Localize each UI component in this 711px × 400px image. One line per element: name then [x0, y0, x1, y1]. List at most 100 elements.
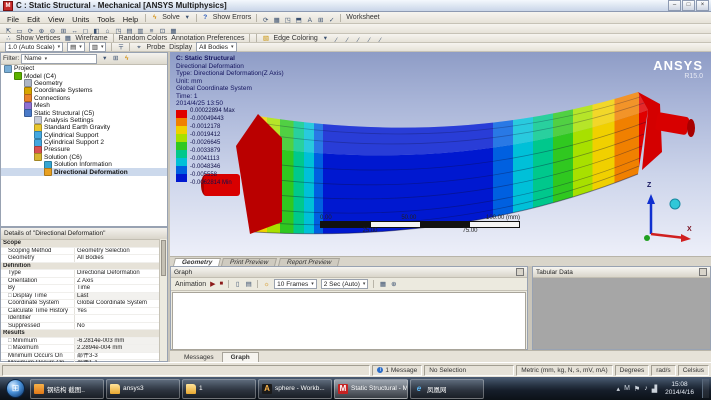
frames-select[interactable]: 10 Frames▾ — [274, 279, 317, 289]
details-row[interactable]: Calculate Time History Yes — [1, 308, 161, 316]
tree-item[interactable]: Pressure — [1, 146, 167, 153]
edge-coloring-button[interactable]: Edge Coloring — [271, 35, 319, 42]
annotation-preferences-button[interactable]: Annotation Preferences — [169, 35, 246, 42]
details-row[interactable]: Scoping Method Geometry Selection — [1, 248, 161, 256]
ime-icon[interactable]: M — [624, 385, 630, 392]
tree-item[interactable]: Cylindrical Support 2 — [1, 139, 167, 146]
taskbar-item[interactable]: 1 — [182, 379, 256, 399]
status-units-temperature: Celsius — [678, 365, 709, 376]
taskbar-item[interactable]: 钢结构 截图.. — [30, 379, 104, 399]
tree-item[interactable]: Directional Deformation — [1, 168, 167, 175]
result-sets-icon[interactable]: ▤ — [244, 280, 253, 289]
contour-display-select[interactable]: ▤▾ — [67, 42, 85, 52]
details-row[interactable]: Orientation Z Axis — [1, 278, 161, 286]
tree-item[interactable]: Solution Information — [1, 161, 167, 168]
legend-band — [176, 118, 187, 126]
bottom-tab[interactable]: Messages — [176, 353, 222, 362]
tabular-panel-title: Tabular Data — [536, 269, 573, 276]
legend-value: -0.0062814 Min — [190, 179, 235, 187]
details-row[interactable]: Results — [1, 330, 161, 338]
probe-button[interactable]: Probe — [144, 44, 167, 51]
play-icon[interactable]: ▶ — [210, 280, 215, 288]
show-desktop-button[interactable] — [702, 379, 709, 398]
details-row[interactable]: Minimum Occurs On 部件3-3 — [1, 353, 161, 361]
hidden-icons-chevron[interactable]: ▴ — [617, 385, 621, 393]
random-colors-button[interactable]: Random Colors — [117, 35, 170, 42]
details-scrollbar[interactable] — [159, 239, 167, 361]
tabular-data-panel: Tabular Data — [532, 266, 711, 350]
minimize-button[interactable]: – — [668, 0, 681, 11]
taskbar-item[interactable]: sphere - Workb... — [258, 379, 332, 399]
show-errors-button[interactable]: Show Errors — [211, 14, 254, 21]
wireframe-button[interactable]: Wireframe — [73, 35, 109, 42]
details-row-value: 部件3-3 — [75, 353, 161, 360]
filter-flash-icon[interactable]: ϟ — [122, 54, 131, 63]
export-video-icon[interactable]: ▦ — [378, 280, 387, 289]
tree-item[interactable]: Static Structural (C5) — [1, 109, 167, 116]
details-row[interactable]: Coordinate System Global Coordinate Syst… — [1, 300, 161, 308]
stop-icon[interactable]: ■ — [220, 281, 224, 287]
graph-panel: Graph Animation ▶ ■ ▯ ▤ ☼ 10 Frames▾ 2 S… — [170, 266, 528, 350]
legend-value: -0.0026645 — [190, 139, 235, 147]
status-selection: No Selection — [424, 365, 514, 376]
details-row[interactable]: Minimum -6.2814e-003 mm — [1, 338, 161, 346]
edge-coloring-dropdown-icon[interactable]: ▾ — [321, 34, 330, 43]
edge-display-select[interactable]: ▥▾ — [89, 42, 107, 52]
filter-flat-icon[interactable]: ⊞ — [111, 54, 120, 63]
details-row[interactable]: Maximum 2.2894e-004 mm — [1, 345, 161, 353]
tree-item[interactable]: Solution (C6) — [1, 154, 167, 161]
view-tab[interactable]: Geometry — [173, 258, 221, 266]
tree-item-icon — [34, 153, 42, 161]
tree-item[interactable]: Standard Earth Gravity — [1, 124, 167, 131]
solve-dropdown-icon[interactable]: ▾ — [183, 13, 192, 22]
zoom-fit-icon[interactable]: ⊕ — [389, 280, 398, 289]
show-vertices-button[interactable]: Show Vertices — [14, 35, 62, 42]
pin-icon[interactable] — [699, 268, 707, 276]
tree-item[interactable]: Analysis Settings — [1, 117, 167, 124]
distributed-frames-icon[interactable]: ▯ — [233, 280, 242, 289]
duration-select[interactable]: 2 Sec (Auto)▾ — [321, 279, 369, 289]
action-center-icon[interactable]: ⚑ — [634, 385, 640, 393]
filter-select[interactable]: Name▾ — [21, 54, 97, 64]
details-row[interactable]: Suppressed No — [1, 323, 161, 331]
worksheet-button[interactable]: Worksheet — [344, 14, 381, 21]
volume-icon[interactable]: ♪ — [644, 385, 648, 392]
taskbar-clock[interactable]: 15:08 2014/4/16 — [665, 381, 694, 396]
details-row[interactable]: Scope — [1, 240, 161, 248]
pin-icon[interactable] — [516, 268, 524, 276]
status-messages[interactable]: i 1 Message — [372, 365, 422, 376]
maximize-button[interactable]: □ — [682, 0, 695, 11]
legend-value: 0.00022894 Max — [190, 107, 235, 115]
filter-expand-icon[interactable]: ▾ — [100, 54, 109, 63]
details-row[interactable]: Type Directional Deformation — [1, 270, 161, 278]
view-tab[interactable]: Report Preview — [278, 258, 340, 266]
details-row-label: Display Time — [1, 293, 75, 300]
triad[interactable]: Z X — [623, 186, 693, 248]
details-row[interactable]: Definition — [1, 263, 161, 271]
details-row[interactable]: By Time — [1, 285, 161, 293]
annotation-line: Global Coordinate System — [176, 85, 284, 93]
taskbar-item[interactable]: ansys3 — [106, 379, 180, 399]
graph-plot-area[interactable] — [172, 292, 526, 350]
close-button[interactable]: × — [696, 0, 709, 11]
network-icon[interactable]: ▟ — [652, 385, 657, 393]
view-tab[interactable]: Print Preview — [221, 258, 277, 266]
details-row[interactable]: Geometry All Bodies — [1, 255, 161, 263]
display-select[interactable]: All Bodies▾ — [196, 42, 236, 52]
taskbar-item[interactable]: Static Structural - Mecha... — [334, 379, 408, 399]
graphics-viewport[interactable]: C: Static StructuralDirectional Deformat… — [170, 52, 711, 256]
tree-item[interactable]: Cylindrical Support — [1, 132, 167, 139]
start-button[interactable]: ⊞ — [6, 379, 25, 398]
details-row[interactable]: Display Time Last — [1, 293, 161, 301]
legend-band — [176, 150, 187, 158]
tree-item-label: Analysis Settings — [44, 117, 94, 124]
status-units-angle: Degrees — [615, 365, 650, 376]
details-row[interactable]: Identifier — [1, 315, 161, 323]
tree-item[interactable]: Connections — [1, 95, 167, 102]
tree-item-label: Directional Deformation — [54, 169, 128, 176]
section-plane-icon[interactable]: 〒 — [116, 43, 125, 52]
result-scale-select[interactable]: 1.0 (Auto Scale)▾ — [5, 42, 63, 52]
taskbar-item[interactable]: 凤凰网 — [410, 379, 484, 399]
tree-item[interactable]: Project — [1, 65, 167, 72]
bottom-tab[interactable]: Graph — [222, 352, 259, 362]
